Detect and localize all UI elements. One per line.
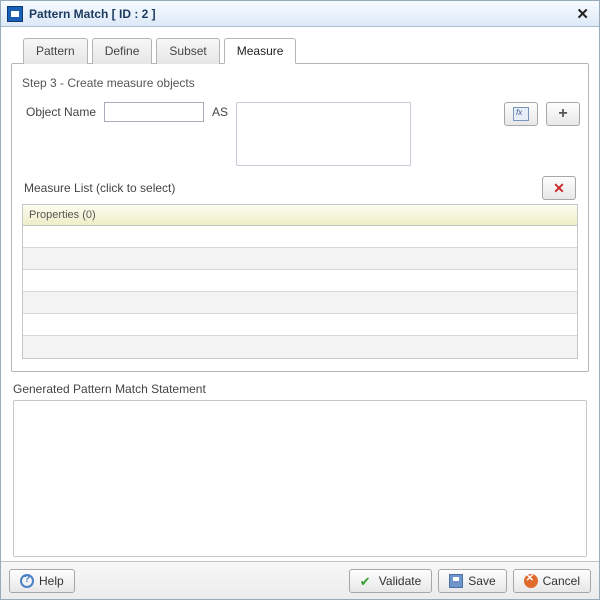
validate-button[interactable]: Validate xyxy=(349,569,432,593)
object-form-row: Object Name AS + xyxy=(26,102,580,166)
check-icon xyxy=(360,574,374,588)
delete-button[interactable]: ✕ xyxy=(542,176,576,200)
grid-row[interactable] xyxy=(23,314,577,336)
as-expression-input[interactable] xyxy=(236,102,411,166)
delete-icon: ✕ xyxy=(553,180,565,197)
grid-row[interactable] xyxy=(23,270,577,292)
window-title: Pattern Match [ ID : 2 ] xyxy=(29,7,572,21)
plus-icon: + xyxy=(558,106,567,122)
tab-subset[interactable]: Subset xyxy=(156,38,219,64)
cancel-button[interactable]: Cancel xyxy=(513,569,591,593)
fx-icon xyxy=(513,107,529,121)
object-name-label: Object Name xyxy=(26,102,96,119)
pattern-match-dialog: Pattern Match [ ID : 2 ] ✕ Pattern Defin… xyxy=(0,0,600,600)
help-button-label: Help xyxy=(39,574,64,588)
measure-grid[interactable]: Properties (0) xyxy=(22,204,578,359)
save-icon xyxy=(449,574,463,588)
measure-list-label: Measure List (click to select) xyxy=(24,181,542,195)
app-icon xyxy=(7,6,23,22)
expression-builder-button[interactable] xyxy=(504,102,538,126)
measure-list-header: Measure List (click to select) ✕ xyxy=(24,176,576,200)
validate-button-label: Validate xyxy=(379,574,421,588)
grid-row[interactable] xyxy=(23,292,577,314)
cancel-icon xyxy=(524,574,538,588)
help-icon xyxy=(20,574,34,588)
tab-define[interactable]: Define xyxy=(92,38,153,64)
as-label: AS xyxy=(212,102,228,119)
tab-pattern[interactable]: Pattern xyxy=(23,38,88,64)
cancel-button-label: Cancel xyxy=(543,574,580,588)
close-icon[interactable]: ✕ xyxy=(572,5,593,23)
object-name-input[interactable] xyxy=(104,102,204,122)
titlebar: Pattern Match [ ID : 2 ] ✕ xyxy=(1,1,599,27)
grid-column-header[interactable]: Properties (0) xyxy=(23,205,577,226)
step-title: Step 3 - Create measure objects xyxy=(22,76,580,90)
footer: Help Validate Save Cancel xyxy=(1,561,599,599)
save-button-label: Save xyxy=(468,574,495,588)
tab-measure[interactable]: Measure xyxy=(224,38,297,64)
save-button[interactable]: Save xyxy=(438,569,506,593)
help-button[interactable]: Help xyxy=(9,569,75,593)
dialog-body: Pattern Define Subset Measure Step 3 - C… xyxy=(1,27,599,561)
grid-row[interactable] xyxy=(23,336,577,358)
generated-label: Generated Pattern Match Statement xyxy=(13,382,587,396)
grid-row[interactable] xyxy=(23,248,577,270)
generated-statement-area[interactable] xyxy=(13,400,587,557)
measure-panel: Step 3 - Create measure objects Object N… xyxy=(11,63,589,372)
add-button[interactable]: + xyxy=(546,102,580,126)
tab-strip: Pattern Define Subset Measure xyxy=(11,37,589,63)
grid-row[interactable] xyxy=(23,226,577,248)
